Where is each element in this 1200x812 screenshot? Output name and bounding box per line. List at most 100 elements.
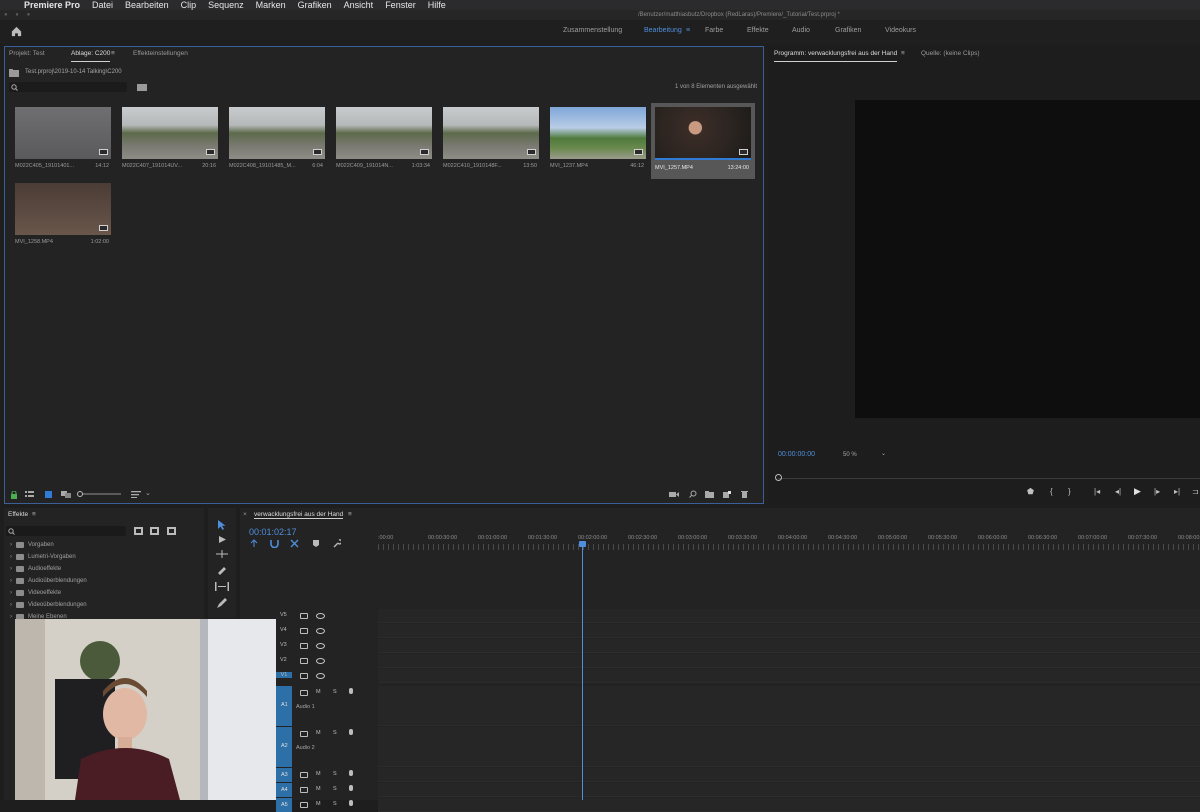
sync-lock-icon[interactable] (300, 628, 308, 634)
expand-chevron-icon[interactable]: › (10, 590, 12, 596)
zoom-chevron-icon[interactable]: ⌄ (881, 450, 886, 457)
project-search-input[interactable] (9, 82, 127, 92)
microphone-icon[interactable] (348, 785, 354, 794)
new-bin-icon[interactable] (705, 491, 714, 498)
menu-item[interactable]: Sequenz (208, 0, 244, 10)
expand-chevron-icon[interactable]: › (10, 542, 12, 548)
ripple-edit-tool-icon[interactable] (216, 550, 228, 558)
sync-lock-icon[interactable] (300, 787, 308, 793)
workspace-tab[interactable]: Videokurs (885, 27, 916, 34)
go-to-out-icon[interactable]: ▸| (1174, 487, 1180, 496)
effects-folder-item[interactable]: › Vorgaben (10, 542, 54, 548)
eye-icon[interactable] (316, 673, 325, 679)
audio-track-row[interactable] (378, 686, 1200, 726)
microphone-icon[interactable] (348, 688, 354, 697)
video-track-row[interactable] (378, 654, 1200, 668)
mute-button[interactable]: M (316, 689, 321, 695)
sync-lock-icon[interactable] (300, 731, 308, 737)
home-icon[interactable] (10, 25, 23, 38)
clip-thumbnail[interactable] (655, 107, 751, 159)
mark-out-icon[interactable]: } (1068, 487, 1071, 496)
menu-item[interactable]: Hilfe (428, 0, 446, 10)
zoom-slider[interactable] (77, 491, 121, 497)
solo-button[interactable]: S (333, 801, 337, 807)
microphone-icon[interactable] (348, 729, 354, 738)
sync-lock-icon[interactable] (300, 658, 308, 664)
expand-chevron-icon[interactable]: › (10, 554, 12, 560)
trash-icon[interactable] (741, 490, 748, 498)
menu-item[interactable]: Datei (92, 0, 113, 10)
add-marker-icon[interactable]: ⬟ (1027, 487, 1034, 496)
close-sequence-icon[interactable]: × (243, 511, 247, 518)
solo-button[interactable]: S (333, 786, 337, 792)
expand-chevron-icon[interactable]: › (10, 614, 12, 620)
video-track-label[interactable]: V4 (280, 627, 287, 633)
sequence-menu-icon[interactable]: ≡ (348, 511, 352, 518)
video-track-row[interactable] (378, 609, 1200, 623)
effects-folder-item[interactable]: › Audioeffekte (10, 566, 61, 572)
clip-thumbnail[interactable] (443, 107, 539, 159)
step-forward-icon[interactable]: |▸ (1154, 487, 1160, 496)
zoom-level-select[interactable]: 50 % (843, 452, 857, 458)
automate-to-sequence-icon[interactable] (669, 491, 679, 498)
mute-button[interactable]: M (316, 801, 321, 807)
effects-folder-item[interactable]: › Videoeffekte (10, 590, 61, 596)
playhead-head[interactable] (579, 541, 586, 547)
workspace-tab[interactable]: Audio (792, 27, 810, 34)
clip-progress-bar[interactable] (655, 158, 751, 160)
effects-folder-item[interactable]: › Audioüberblendungen (10, 578, 87, 584)
chevron-down-icon[interactable]: ⌄ (145, 489, 151, 497)
monitor-time-ruler[interactable] (778, 478, 1200, 479)
pen-tool-icon[interactable] (217, 598, 227, 608)
workspace-tab[interactable]: Zusammenstellung (563, 27, 622, 34)
clip-thumbnail[interactable] (15, 183, 111, 235)
freeform-view-icon[interactable] (61, 491, 71, 498)
sort-icon[interactable] (131, 491, 141, 498)
menu-item[interactable]: Marken (256, 0, 286, 10)
mark-in-icon[interactable]: { (1050, 487, 1053, 496)
workspace-tab[interactable]: Effekte (747, 27, 769, 34)
razor-tool-icon[interactable] (217, 566, 227, 576)
wrench-icon[interactable] (332, 539, 341, 548)
effects-search-input[interactable] (6, 526, 126, 536)
clip-item[interactable]: MVI_1237.MP4 46:12 (546, 103, 650, 175)
eye-icon[interactable] (316, 613, 325, 619)
menu-item[interactable]: Bearbeiten (125, 0, 169, 10)
new-item-icon[interactable] (723, 491, 731, 498)
step-back-icon[interactable]: ◂| (1115, 487, 1121, 496)
eye-icon[interactable] (316, 643, 325, 649)
effects-panel-title[interactable]: Effekte (8, 511, 28, 518)
slip-tool-icon[interactable] (215, 582, 229, 591)
effects-folder-item[interactable]: › Videoüberblendungen (10, 602, 87, 608)
eye-icon[interactable] (316, 628, 325, 634)
accelerated-effects-icon[interactable] (134, 527, 143, 535)
menu-item[interactable]: Fenster (385, 0, 416, 10)
video-track-label[interactable]: V5 (280, 612, 287, 618)
video-track-label[interactable]: V2 (280, 657, 287, 663)
zoom-slider-handle[interactable] (77, 491, 83, 497)
clip-thumbnail[interactable] (336, 107, 432, 159)
workspace-tab[interactable]: Grafiken (835, 27, 861, 34)
mute-button[interactable]: M (316, 730, 321, 736)
menu-item[interactable]: Ansicht (344, 0, 374, 10)
track-select-tool-icon[interactable] (217, 535, 227, 544)
audio-track-row[interactable] (378, 768, 1200, 782)
audio-track-row[interactable] (378, 727, 1200, 767)
sync-lock-icon[interactable] (300, 772, 308, 778)
microphone-icon[interactable] (348, 770, 354, 779)
nest-toggle-icon[interactable] (250, 539, 259, 548)
add-marker-icon[interactable] (312, 539, 320, 548)
mute-button[interactable]: M (316, 786, 321, 792)
clip-item[interactable]: M022C409_191014N... 1:03:34 (332, 103, 436, 175)
clip-item[interactable]: M022C405_19101401... 14:12 (11, 103, 115, 175)
tab-effect-controls[interactable]: Effekteinstellungen (133, 47, 188, 61)
microphone-icon[interactable] (348, 800, 354, 809)
clip-item[interactable]: M022C410_1910148F... 13:50 (439, 103, 543, 175)
mute-button[interactable]: M (316, 771, 321, 777)
tab-bin-c200[interactable]: Ablage: C200 (71, 47, 111, 62)
expand-chevron-icon[interactable]: › (10, 602, 12, 608)
sync-lock-icon[interactable] (300, 690, 308, 696)
audio-track-row[interactable] (378, 798, 1200, 812)
menu-item[interactable]: Clip (181, 0, 197, 10)
sync-lock-icon[interactable] (300, 673, 308, 679)
